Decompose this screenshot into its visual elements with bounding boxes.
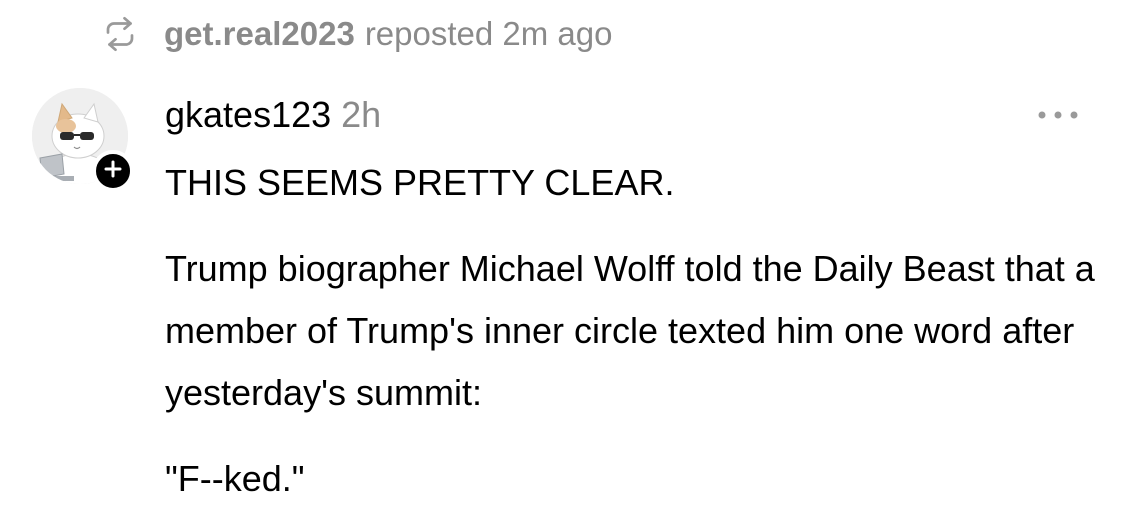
plus-icon: [103, 159, 123, 184]
more-horizontal-icon: [1034, 108, 1082, 126]
post-paragraph: "F--ked.": [165, 458, 305, 499]
repost-indicator: get.real2023 reposted 2m ago: [100, 12, 612, 56]
repost-icon: [100, 14, 140, 54]
more-options-button[interactable]: [1030, 100, 1086, 134]
post-timestamp: 2h: [341, 94, 382, 135]
post-header: gkates123 2h: [165, 90, 381, 140]
post-username[interactable]: gkates123: [165, 94, 331, 136]
follow-button[interactable]: [92, 150, 134, 192]
repost-username[interactable]: get.real2023: [164, 15, 355, 53]
repost-text: reposted 2m ago: [364, 15, 613, 52]
post-paragraph: THIS SEEMS PRETTY CLEAR.: [165, 162, 675, 203]
post-body: THIS SEEMS PRETTY CLEAR. Trump biographe…: [165, 152, 1095, 510]
avatar[interactable]: [32, 88, 134, 192]
post-paragraph: Trump biographer Michael Wolff told the …: [165, 248, 1095, 413]
